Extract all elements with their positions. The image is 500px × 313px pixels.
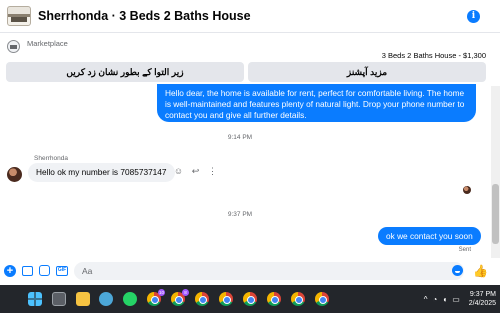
chrome-icon[interactable]: 8	[171, 289, 189, 306]
more-icon[interactable]: ⋮	[207, 166, 218, 177]
chevron-up-icon[interactable]: ^	[424, 295, 428, 304]
task-view-icon[interactable]	[52, 292, 66, 306]
clock-time: 9:37 PM	[469, 291, 496, 298]
chrome-icon[interactable]	[243, 292, 257, 306]
listing-actions: زیر التوا کے بطور نشان زد کریں مزید آپشن…	[6, 62, 486, 82]
message-input[interactable]	[74, 262, 464, 280]
info-icon[interactable]: i	[467, 10, 480, 23]
conversation-title[interactable]: Sherrhonda · 3 Beds 2 Baths House	[38, 9, 251, 23]
conversation-header: Sherrhonda · 3 Beds 2 Baths House i	[0, 0, 500, 33]
scroll-thumb[interactable]	[492, 184, 499, 244]
mark-pending-button[interactable]: زیر التوا کے بطور نشان زد کریں	[6, 62, 244, 82]
message-actions: ☺ ↩ ⋮	[173, 166, 218, 177]
scrollbar[interactable]	[491, 86, 500, 258]
marketplace-row: Marketplace 3 Beds 2 Baths House - $1,30…	[0, 36, 500, 60]
more-options-button[interactable]: مزید آپشنز	[248, 62, 486, 82]
listing-summary[interactable]: 3 Beds 2 Baths House - $1,300	[382, 51, 486, 60]
edge-browser-icon[interactable]	[99, 292, 113, 306]
message-composer: + GIF 👍	[0, 259, 500, 283]
emoji-reaction-icon[interactable]: ☺	[173, 166, 184, 177]
plus-icon[interactable]: +	[4, 265, 16, 277]
outgoing-message-bubble[interactable]: ok we contact you soon	[378, 227, 481, 245]
system-tray: ^ ◔ ◖ ▭ 9:37 PM 2/4/2025	[424, 285, 496, 313]
chrome-icon[interactable]	[291, 292, 305, 306]
gif-icon[interactable]: GIF	[56, 266, 68, 276]
notification-badge: 8	[182, 289, 189, 296]
windows-start-icon[interactable]	[28, 292, 42, 306]
notification-badge: 10	[158, 289, 165, 296]
listing-thumbnail[interactable]	[7, 6, 31, 26]
wifi-icon[interactable]: ◔	[433, 295, 438, 304]
file-explorer-icon[interactable]	[76, 292, 90, 306]
reply-icon[interactable]: ↩	[190, 166, 201, 177]
clock[interactable]: 9:37 PM 2/4/2025	[469, 290, 496, 308]
timestamp: 9:14 PM	[227, 134, 253, 141]
timestamp: 9:37 PM	[227, 211, 253, 218]
windows-taskbar: 10 8 ^ ◔ ◖ ▭ 9:37 PM 2/4/2025	[0, 285, 500, 313]
chrome-icon[interactable]	[267, 292, 281, 306]
sender-name: Sherrhonda	[34, 155, 68, 162]
photo-icon[interactable]	[22, 266, 33, 276]
volume-icon[interactable]: ◖	[442, 295, 447, 304]
avatar[interactable]	[7, 167, 22, 182]
marketplace-icon	[7, 40, 20, 53]
incoming-message-bubble[interactable]: Hello ok my number is 7085737147	[28, 163, 175, 182]
chrome-icon[interactable]	[315, 292, 329, 306]
sticker-icon[interactable]	[39, 265, 50, 276]
clock-date: 2/4/2025	[468, 300, 496, 307]
whatsapp-icon[interactable]	[123, 292, 137, 306]
seen-indicator-avatar	[463, 186, 471, 194]
like-icon[interactable]: 👍	[473, 264, 488, 278]
chrome-icon[interactable]	[219, 292, 233, 306]
chrome-icon[interactable]	[195, 292, 209, 306]
marketplace-label: Marketplace	[27, 39, 68, 48]
chrome-icon[interactable]: 10	[147, 289, 165, 306]
emoji-icon[interactable]	[452, 265, 463, 276]
battery-icon[interactable]: ▭	[452, 295, 460, 304]
message-status: Sent	[458, 247, 471, 253]
outgoing-message-bubble[interactable]: Hello dear, the home is available for re…	[157, 84, 476, 122]
